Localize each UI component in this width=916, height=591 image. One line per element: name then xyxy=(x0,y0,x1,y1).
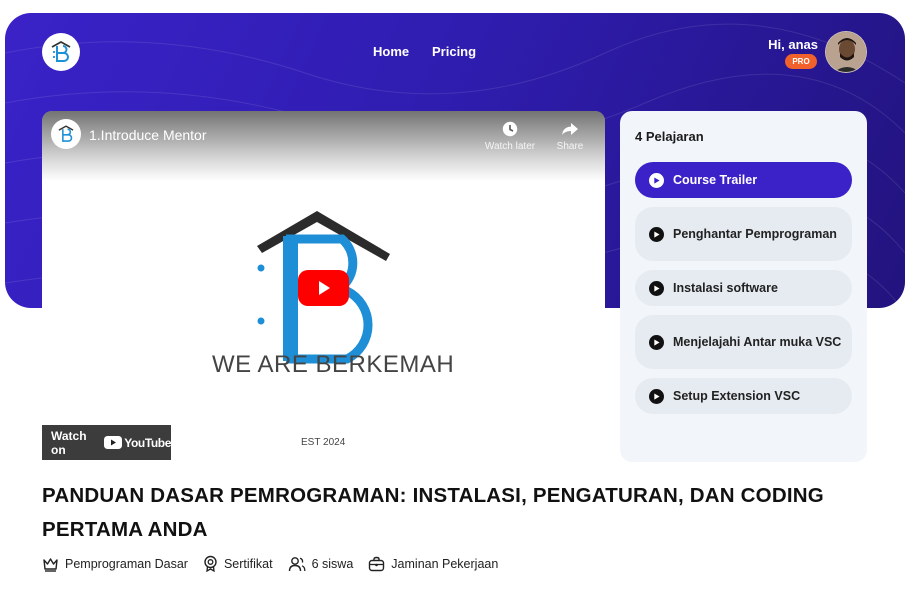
youtube-logo: YouTube xyxy=(104,436,171,450)
play-circle-icon xyxy=(649,172,664,188)
share-arrow-icon xyxy=(562,123,578,135)
video-player[interactable]: 1.Introduce Mentor Watch later Share WE … xyxy=(42,111,605,460)
lesson-label: Course Trailer xyxy=(673,173,758,187)
lesson-item-course-trailer[interactable]: Course Trailer xyxy=(635,162,852,198)
meta-certificate: Sertifikat xyxy=(203,555,273,572)
course-meta: Pemprograman Dasar Sertifikat 6 siswa Ja… xyxy=(42,555,498,572)
meta-label: 6 siswa xyxy=(311,556,354,571)
nav-pricing-link[interactable]: Pricing xyxy=(432,44,476,59)
lessons-panel: 4 Pelajaran Course Trailer Penghantar Pe… xyxy=(620,111,867,462)
play-circle-icon xyxy=(649,280,664,296)
pro-badge: PRO xyxy=(785,54,817,69)
meta-category: Pemprograman Dasar xyxy=(42,556,188,572)
meta-label: Pemprograman Dasar xyxy=(65,556,188,571)
clock-icon xyxy=(502,121,518,137)
crown-icon xyxy=(43,557,58,572)
share-button[interactable]: Share xyxy=(540,121,600,152)
lesson-label: Instalasi software xyxy=(673,281,778,295)
lesson-label: Setup Extension VSC xyxy=(673,389,801,403)
berkemah-logo-icon xyxy=(51,40,71,62)
channel-avatar[interactable] xyxy=(51,119,81,149)
play-circle-icon xyxy=(649,226,664,242)
lessons-count-title: 4 Pelajaran xyxy=(635,129,704,144)
lesson-item-menjelajahi-antar-muka-vsc[interactable]: Menjelajahi Antar muka VSC xyxy=(635,315,852,369)
youtube-icon xyxy=(104,436,123,449)
user-greeting: Hi, anas xyxy=(768,37,818,52)
thumbnail-est-text: EST 2024 xyxy=(301,437,346,448)
nav-home-link[interactable]: Home xyxy=(373,44,409,59)
play-icon xyxy=(318,281,330,295)
play-circle-icon xyxy=(649,388,664,404)
certificate-icon xyxy=(204,555,217,572)
play-circle-icon xyxy=(649,334,664,350)
meta-students: 6 siswa xyxy=(288,556,354,572)
meta-job-guarantee: Jaminan Pekerjaan xyxy=(368,556,498,572)
briefcase-icon xyxy=(369,556,385,571)
watch-on-label: Watch on xyxy=(51,428,87,457)
meta-label: Jaminan Pekerjaan xyxy=(391,556,499,571)
share-label: Share xyxy=(556,141,584,152)
watch-on-youtube-button[interactable]: Watch on YouTube xyxy=(42,425,171,460)
lesson-item-setup-extension-vsc[interactable]: Setup Extension VSC xyxy=(635,378,852,414)
video-title[interactable]: 1.Introduce Mentor xyxy=(89,127,207,143)
watch-later-label: Watch later xyxy=(484,141,536,152)
berkemah-logo-icon xyxy=(58,125,74,142)
thumbnail-brand-text: WE ARE BERKEMAH xyxy=(212,351,455,378)
site-logo[interactable] xyxy=(42,33,80,71)
lesson-item-instalasi-software[interactable]: Instalasi software xyxy=(635,270,852,306)
play-button[interactable] xyxy=(298,270,349,306)
youtube-wordmark: YouTube xyxy=(124,435,171,450)
lesson-label: Penghantar Pemprograman xyxy=(673,227,837,241)
course-title: PANDUAN DASAR PEMROGRAMAN: INSTALASI, PE… xyxy=(42,484,824,541)
watch-later-button[interactable]: Watch later xyxy=(480,121,540,152)
user-avatar[interactable] xyxy=(825,31,867,73)
lesson-label: Menjelajahi Antar muka VSC xyxy=(673,335,842,349)
lesson-item-penghantar-pemprograman[interactable]: Penghantar Pemprograman xyxy=(635,207,852,261)
users-icon xyxy=(288,556,306,571)
avatar-image xyxy=(826,32,866,72)
meta-label: Sertifikat xyxy=(223,556,273,571)
